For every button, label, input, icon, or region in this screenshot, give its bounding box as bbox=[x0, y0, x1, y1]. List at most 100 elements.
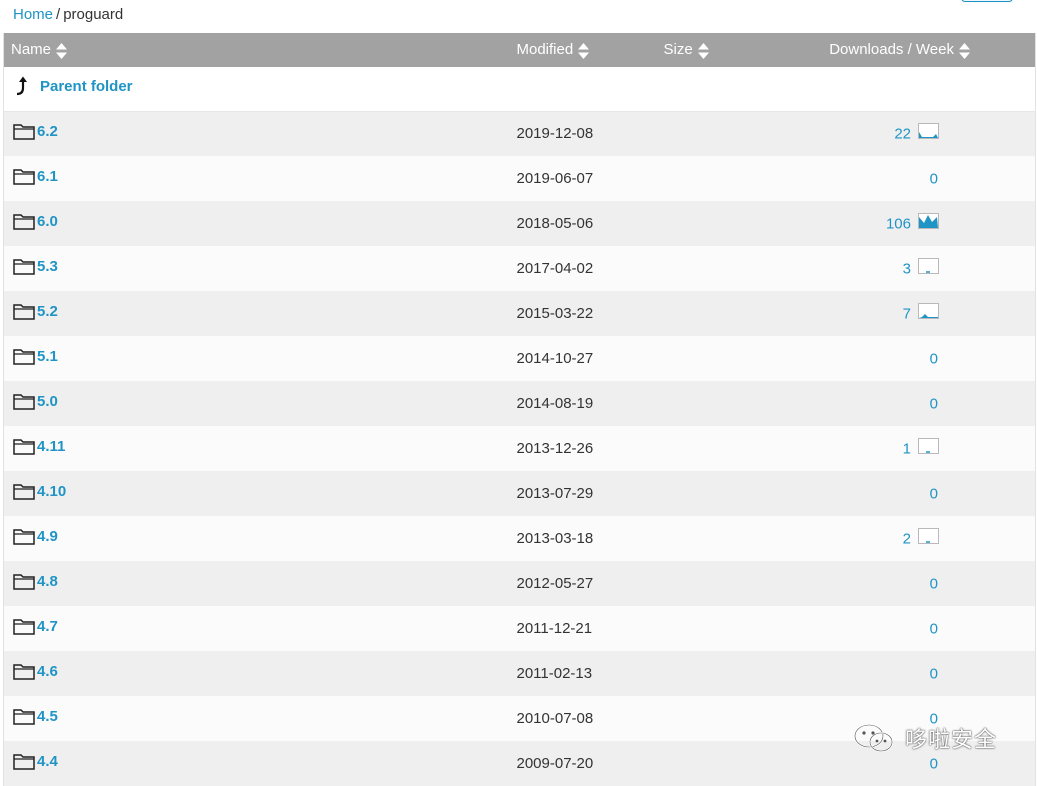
downloads-cell: 0 bbox=[794, 561, 1036, 606]
watermark-text: 哆啦安全 bbox=[905, 727, 998, 752]
downloads-count-link[interactable]: 0 bbox=[930, 665, 938, 682]
folder-name: 4.9 bbox=[37, 527, 58, 545]
folder-icon bbox=[13, 708, 35, 725]
folder-link[interactable]: 4.6 bbox=[13, 663, 58, 680]
breadcrumb-home-link[interactable]: Home bbox=[13, 6, 53, 23]
size-cell bbox=[664, 426, 794, 471]
downloads-cell: 3 bbox=[794, 246, 1036, 291]
sort-icon bbox=[578, 42, 590, 59]
table-row: 4.7 2011-12-21 0 bbox=[3, 606, 1036, 651]
folder-name: 6.2 bbox=[37, 122, 58, 140]
name-cell: 4.10 bbox=[4, 471, 517, 516]
name-cell: 4.6 bbox=[4, 651, 517, 696]
modified-cell: 2011-02-13 bbox=[516, 665, 593, 682]
parent-folder-link[interactable]: Parent folder bbox=[15, 76, 133, 96]
folder-link[interactable]: 4.5 bbox=[13, 708, 58, 725]
download-sparkline bbox=[918, 123, 939, 140]
downloads-count-link[interactable]: 1 bbox=[903, 440, 911, 457]
table-row: 5.1 2014-10-27 0 bbox=[3, 336, 1036, 381]
folder-link[interactable]: 5.1 bbox=[13, 348, 58, 365]
folder-icon bbox=[13, 213, 35, 230]
folder-link[interactable]: 4.8 bbox=[13, 573, 58, 590]
downloads-count-link[interactable]: 2 bbox=[903, 530, 911, 547]
folder-link[interactable]: 4.4 bbox=[13, 753, 58, 770]
name-cell: 5.1 bbox=[4, 336, 517, 381]
downloads-cell: 0 bbox=[794, 156, 1036, 201]
folder-icon bbox=[13, 663, 35, 680]
files-table: Name Modified Size Downloads / Week Pare… bbox=[3, 33, 1036, 786]
downloads-count-link[interactable]: 0 bbox=[930, 350, 938, 367]
folder-icon bbox=[13, 393, 35, 410]
sort-icon bbox=[56, 42, 68, 59]
size-cell bbox=[664, 741, 794, 786]
download-sparkline bbox=[918, 212, 939, 229]
folder-name: 4.7 bbox=[37, 617, 58, 635]
downloads-count-link[interactable]: 0 bbox=[930, 575, 938, 592]
column-header-downloads[interactable]: Downloads / Week bbox=[794, 33, 1036, 67]
downloads-count-link[interactable]: 7 bbox=[903, 305, 911, 322]
name-cell: 4.8 bbox=[4, 561, 517, 606]
parent-folder-label: Parent folder bbox=[40, 77, 133, 95]
folder-link[interactable]: 4.7 bbox=[13, 618, 58, 635]
table-row: 4.6 2011-02-13 0 bbox=[3, 651, 1036, 696]
downloads-count-link[interactable]: 0 bbox=[930, 485, 938, 502]
downloads-count-link[interactable]: 0 bbox=[930, 170, 938, 187]
top-right-button[interactable] bbox=[961, 0, 1013, 2]
downloads-cell: 1 bbox=[794, 426, 1036, 471]
downloads-count-link[interactable]: 3 bbox=[903, 260, 911, 277]
folder-link[interactable]: 6.0 bbox=[13, 213, 58, 230]
folder-link[interactable]: 6.1 bbox=[13, 168, 58, 185]
folder-name: 4.11 bbox=[37, 437, 66, 455]
folder-link[interactable]: 4.10 bbox=[13, 483, 66, 500]
folder-link[interactable]: 4.9 bbox=[13, 528, 58, 545]
downloads-count-link[interactable]: 0 bbox=[930, 395, 938, 412]
size-cell bbox=[664, 471, 794, 516]
modified-cell: 2012-05-27 bbox=[516, 575, 594, 592]
name-cell: 4.9 bbox=[4, 516, 517, 561]
table-row: 4.11 2013-12-26 1 bbox=[3, 426, 1036, 471]
folder-name: 6.0 bbox=[37, 212, 58, 230]
downloads-cell: 0 bbox=[794, 381, 1036, 426]
folder-link[interactable]: 5.0 bbox=[13, 393, 58, 410]
folder-link[interactable]: 5.3 bbox=[13, 258, 58, 275]
folder-link[interactable]: 5.2 bbox=[13, 303, 58, 320]
modified-cell: 2009-07-20 bbox=[516, 755, 594, 772]
downloads-count-link[interactable]: 106 bbox=[886, 215, 911, 232]
size-cell bbox=[664, 201, 794, 246]
column-header-modified[interactable]: Modified bbox=[517, 33, 664, 67]
downloads-count-link[interactable]: 0 bbox=[930, 755, 938, 772]
folder-link[interactable]: 6.2 bbox=[13, 123, 58, 140]
folder-icon bbox=[13, 258, 35, 275]
column-header-size[interactable]: Size bbox=[664, 33, 794, 67]
name-cell: 4.4 bbox=[4, 741, 517, 786]
downloads-cell: 106 bbox=[794, 201, 1036, 246]
download-sparkline bbox=[918, 257, 939, 274]
name-cell: 6.1 bbox=[4, 156, 517, 201]
size-cell bbox=[664, 111, 794, 156]
downloads-count-link[interactable]: 22 bbox=[894, 126, 911, 143]
modified-cell: 2019-06-07 bbox=[516, 170, 594, 187]
modified-cell: 2018-05-06 bbox=[516, 215, 594, 232]
table-row: 5.0 2014-08-19 0 bbox=[3, 381, 1036, 426]
folder-icon bbox=[13, 753, 35, 770]
folder-name: 4.6 bbox=[37, 662, 58, 680]
downloads-cell: 22 bbox=[794, 111, 1036, 156]
name-cell: 4.11 bbox=[4, 426, 517, 471]
folder-name: 4.10 bbox=[37, 482, 67, 500]
folder-icon bbox=[13, 483, 35, 500]
folder-link[interactable]: 4.11 bbox=[13, 438, 65, 455]
name-cell: 6.2 bbox=[4, 111, 517, 156]
folder-icon bbox=[13, 303, 35, 320]
folder-icon bbox=[13, 168, 35, 185]
name-cell: 5.3 bbox=[4, 246, 517, 291]
folder-icon bbox=[13, 124, 35, 140]
modified-cell: 2011-12-21 bbox=[516, 620, 593, 637]
folder-icon bbox=[13, 438, 35, 455]
column-header-name[interactable]: Name bbox=[4, 33, 517, 67]
modified-cell: 2017-04-02 bbox=[516, 260, 594, 277]
breadcrumb-current: proguard bbox=[63, 6, 124, 23]
download-sparkline bbox=[918, 302, 939, 319]
table-row: 6.0 2018-05-06 106 bbox=[3, 201, 1036, 246]
table-row: 6.1 2019-06-07 0 bbox=[3, 156, 1036, 201]
downloads-count-link[interactable]: 0 bbox=[930, 620, 938, 637]
